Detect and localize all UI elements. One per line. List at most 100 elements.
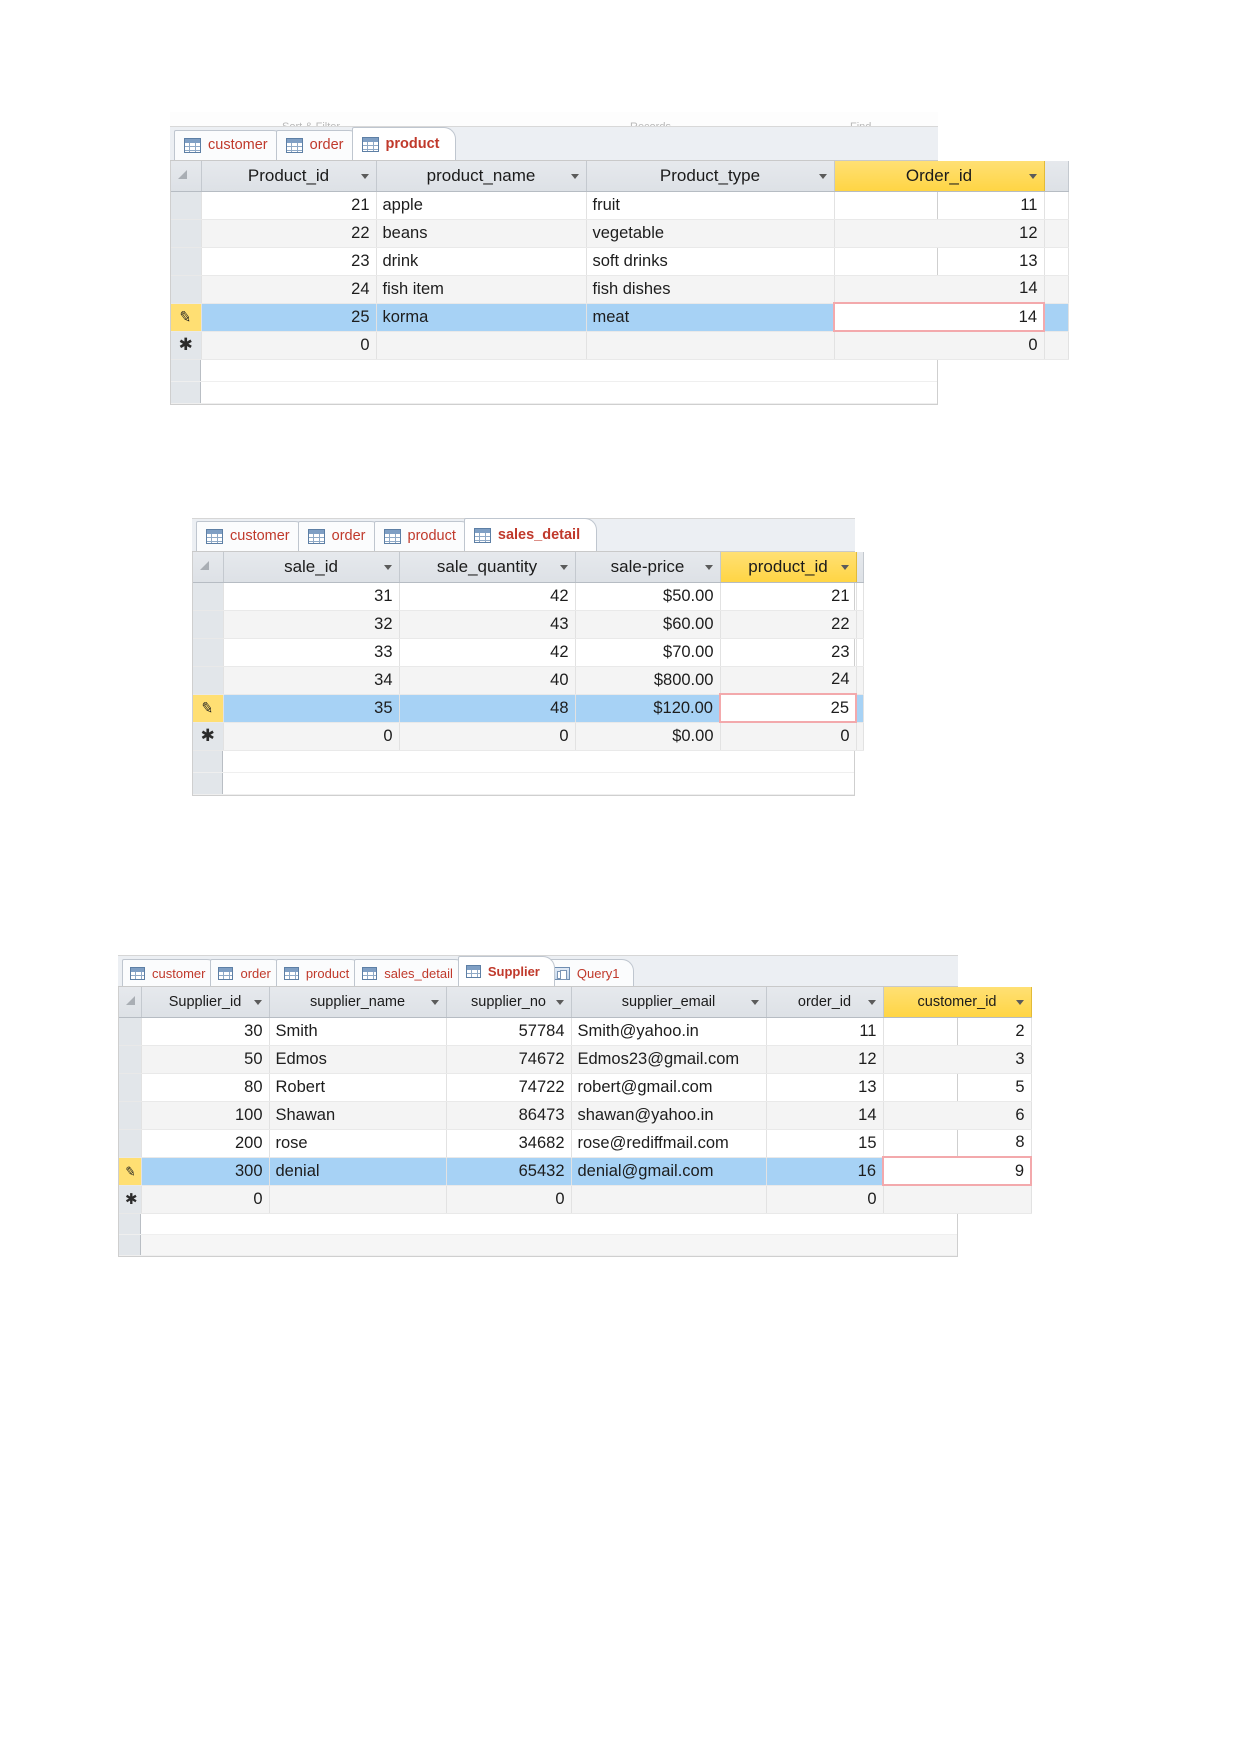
document-tab-query1[interactable]: Query1	[545, 959, 634, 986]
column-header-next-partial[interactable]	[856, 552, 864, 583]
product-datasheet[interactable]: Product_id product_name Product_type Ord…	[170, 161, 1069, 405]
record-selector[interactable]	[171, 275, 202, 304]
cell-customer-id-active[interactable]: 9	[882, 1156, 1032, 1186]
cell-sale-price[interactable]: $800.00	[575, 666, 721, 695]
cell-sale-id[interactable]: 0	[223, 722, 400, 751]
cell-supplier-id[interactable]: 300	[141, 1157, 270, 1186]
record-selector[interactable]	[171, 247, 202, 276]
document-tab-order[interactable]: order	[275, 130, 361, 160]
column-header-product-name[interactable]: product_name	[376, 161, 587, 192]
chevron-down-icon[interactable]	[383, 564, 392, 570]
record-selector-new[interactable]: ✱	[193, 722, 224, 751]
record-selector[interactable]	[119, 1045, 142, 1074]
table-row-new[interactable]: ✱ 0 0	[171, 331, 1069, 360]
cell-product-name[interactable]	[376, 331, 587, 360]
table-row[interactable]: 34 40 $800.00 24	[193, 666, 864, 695]
column-header-product-id[interactable]: product_id	[720, 552, 857, 583]
cell-order-id[interactable]: 12	[834, 219, 1045, 248]
cell-partial[interactable]	[856, 638, 864, 667]
cell-customer-id[interactable]: 6	[883, 1101, 1032, 1130]
cell-supplier-no[interactable]: 34682	[446, 1129, 572, 1158]
cell-sale-id[interactable]: 34	[223, 666, 400, 695]
cell-supplier-email[interactable]: robert@gmail.com	[571, 1073, 767, 1102]
cell-product-id[interactable]: 24	[720, 666, 857, 695]
cell-partial[interactable]	[1044, 219, 1069, 248]
cell-sale-id[interactable]: 32	[223, 610, 400, 639]
column-header-order-id[interactable]: order_id	[766, 987, 884, 1018]
cell-supplier-id[interactable]: 0	[141, 1185, 270, 1214]
cell-partial[interactable]	[856, 582, 864, 611]
document-tab-sales-detail[interactable]: sales_detail	[463, 518, 598, 551]
cell-order-id[interactable]: 11	[834, 191, 1045, 220]
cell-sale-price[interactable]: $120.00	[575, 694, 721, 723]
cell-partial[interactable]	[1044, 191, 1069, 220]
cell-sale-id[interactable]: 31	[223, 582, 400, 611]
cell-product-id[interactable]: 22	[201, 219, 377, 248]
column-header-customer-id[interactable]: customer_id	[883, 987, 1032, 1018]
cell-product-id[interactable]: 23	[720, 638, 857, 667]
cell-product-id[interactable]: 21	[720, 582, 857, 611]
cell-product-id[interactable]: 21	[201, 191, 377, 220]
chevron-down-icon[interactable]	[867, 999, 876, 1005]
chevron-down-icon[interactable]	[559, 564, 568, 570]
cell-supplier-id[interactable]: 200	[141, 1129, 270, 1158]
document-tab-product[interactable]: product	[351, 127, 457, 160]
column-header-product-type[interactable]: Product_type	[586, 161, 835, 192]
cell-customer-id[interactable]	[883, 1185, 1032, 1214]
cell-customer-id[interactable]: 3	[883, 1045, 1032, 1074]
cell-sale-quantity[interactable]: 43	[399, 610, 576, 639]
record-selector-editing[interactable]: ✎	[171, 303, 202, 332]
cell-order-id[interactable]: 0	[766, 1185, 884, 1214]
cell-supplier-email[interactable]: Smith@yahoo.in	[571, 1017, 767, 1046]
cell-supplier-no[interactable]: 86473	[446, 1101, 572, 1130]
record-selector[interactable]	[193, 582, 224, 611]
cell-product-name[interactable]: apple	[376, 191, 587, 220]
cell-sale-quantity[interactable]: 48	[399, 694, 576, 723]
table-row[interactable]: 80 Robert 74722 robert@gmail.com 13 5	[119, 1073, 1032, 1102]
cell-supplier-id[interactable]: 30	[141, 1017, 270, 1046]
cell-sale-id[interactable]: 33	[223, 638, 400, 667]
document-tab-product[interactable]: product	[275, 959, 364, 986]
cell-sale-price[interactable]: $60.00	[575, 610, 721, 639]
cell-order-id[interactable]: 11	[766, 1017, 884, 1046]
column-header-supplier-email[interactable]: supplier_email	[571, 987, 767, 1018]
chevron-down-icon[interactable]	[555, 999, 564, 1005]
cell-supplier-name[interactable]: Robert	[269, 1073, 447, 1102]
cell-sale-price[interactable]: $50.00	[575, 582, 721, 611]
cell-order-id-active[interactable]: 14	[833, 302, 1045, 332]
cell-sale-quantity[interactable]: 42	[399, 582, 576, 611]
cell-supplier-name[interactable]: denial	[269, 1157, 447, 1186]
chevron-down-icon[interactable]	[818, 173, 827, 179]
cell-supplier-no[interactable]: 0	[446, 1185, 572, 1214]
cell-order-id[interactable]: 15	[766, 1129, 884, 1158]
cell-sale-id[interactable]: 35	[223, 694, 400, 723]
table-row-new[interactable]: ✱ 0 0 $0.00 0	[193, 722, 864, 751]
chevron-down-icon[interactable]	[750, 999, 759, 1005]
document-tab-supplier[interactable]: Supplier	[457, 956, 555, 986]
cell-supplier-name[interactable]: rose	[269, 1129, 447, 1158]
table-row[interactable]: 30 Smith 57784 Smith@yahoo.in 11 2	[119, 1017, 1032, 1046]
cell-supplier-name[interactable]: Shawan	[269, 1101, 447, 1130]
cell-supplier-id[interactable]: 80	[141, 1073, 270, 1102]
document-tab-customer[interactable]: customer	[174, 130, 285, 160]
cell-supplier-name[interactable]	[269, 1185, 447, 1214]
cell-product-name[interactable]: beans	[376, 219, 587, 248]
table-row[interactable]: 32 43 $60.00 22	[193, 610, 864, 639]
column-header-sale-quantity[interactable]: sale_quantity	[399, 552, 576, 583]
chevron-down-icon[interactable]	[1015, 999, 1024, 1005]
cell-product-name[interactable]: korma	[376, 303, 587, 332]
cell-partial[interactable]	[856, 610, 864, 639]
cell-partial[interactable]	[856, 722, 864, 751]
cell-product-id[interactable]: 24	[201, 275, 377, 304]
table-row[interactable]: 31 42 $50.00 21	[193, 582, 864, 611]
record-selector[interactable]	[171, 191, 202, 220]
cell-product-type[interactable]	[586, 331, 835, 360]
cell-customer-id[interactable]: 5	[883, 1073, 1032, 1102]
record-selector[interactable]	[171, 219, 202, 248]
cell-order-id[interactable]: 16	[766, 1157, 884, 1186]
column-header-supplier-name[interactable]: supplier_name	[269, 987, 447, 1018]
supplier-datasheet[interactable]: Supplier_id supplier_name supplier_no su…	[118, 987, 1032, 1257]
cell-customer-id[interactable]: 8	[883, 1129, 1032, 1158]
cell-partial[interactable]	[856, 694, 864, 723]
cell-partial[interactable]	[856, 666, 864, 695]
